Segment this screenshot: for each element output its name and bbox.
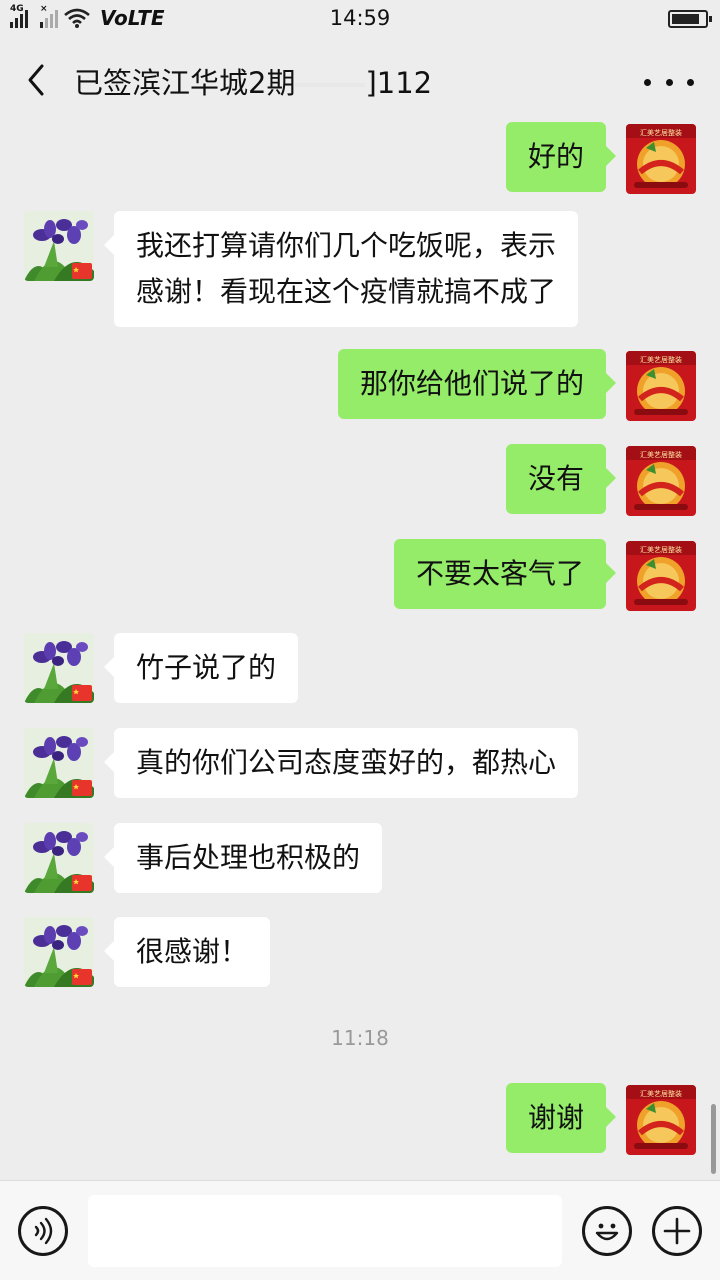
contact-avatar[interactable] <box>24 823 94 893</box>
outgoing-message-bubble[interactable]: 好的 <box>505 122 617 192</box>
incoming-message-bubble[interactable]: 真的你们公司态度蛮好的，都热心 <box>103 728 579 798</box>
message-text: 好的 <box>527 140 584 173</box>
input-bar <box>0 1180 720 1280</box>
my-avatar[interactable]: 汇美艺居整装 <box>626 541 696 611</box>
my-avatar[interactable]: 汇美艺居整装 <box>626 446 696 516</box>
message-text: 事后处理也积极的 <box>136 841 361 874</box>
message-list[interactable]: 汇美艺居整装 好的 我还打算请你们几个吃饭呢，表示 感谢！看现在这个疫情就搞不成了 汇美… <box>0 122 720 1180</box>
my-avatar[interactable]: 汇美艺居整装 <box>626 351 696 421</box>
avatar-caption: 汇美艺居整装 <box>640 546 682 554</box>
message-text: 很感谢！ <box>136 935 249 968</box>
message-input[interactable] <box>88 1195 562 1267</box>
contact-avatar[interactable] <box>24 633 94 703</box>
my-avatar[interactable]: 汇美艺居整装 <box>626 124 696 194</box>
back-button[interactable] <box>18 60 58 100</box>
message-timestamp: 11:18 <box>331 1026 389 1050</box>
emoji-button[interactable] <box>582 1206 632 1256</box>
outgoing-message-bubble[interactable]: 不要太客气了 <box>393 539 617 609</box>
status-bar: 4G × VoLTE 14:59 <box>0 0 720 38</box>
outgoing-message-bubble[interactable]: 没有 <box>505 444 617 514</box>
incoming-message-bubble[interactable]: 事后处理也积极的 <box>103 823 383 893</box>
contact-avatar[interactable] <box>24 728 94 798</box>
message-text: 不要太客气了 <box>415 557 584 590</box>
chevron-left-icon <box>28 64 44 96</box>
message-text: 竹子说了的 <box>136 651 277 684</box>
incoming-message-bubble[interactable]: 我还打算请你们几个吃饭呢，表示 感谢！看现在这个疫情就搞不成了 <box>103 211 579 327</box>
nav-bar: 已签滨江华城2期 ]112 <box>0 38 720 122</box>
more-dot <box>687 78 694 86</box>
message-text: 我还打算请你们几个吃饭呢，表示 <box>136 229 557 262</box>
contact-avatar[interactable] <box>24 917 94 987</box>
message-text: 没有 <box>527 462 584 495</box>
emoji-icon <box>595 1223 619 1241</box>
more-dot <box>644 78 651 86</box>
message-text: 谢谢 <box>527 1101 584 1134</box>
battery-level <box>672 14 700 24</box>
more-dot <box>665 78 673 86</box>
scrollbar[interactable] <box>711 1104 716 1174</box>
incoming-message-bubble[interactable]: 很感谢！ <box>103 917 271 987</box>
message-text: 那你给他们说了的 <box>359 367 584 400</box>
avatar-caption: 汇美艺居整装 <box>640 356 682 364</box>
voice-icon <box>34 1217 53 1245</box>
chat-title-prefix: 已签滨江华城2期 <box>74 66 296 100</box>
contact-avatar[interactable] <box>24 211 94 281</box>
message-text: 真的你们公司态度蛮好的，都热心 <box>136 746 557 779</box>
my-avatar[interactable]: 汇美艺居整装 <box>626 1085 696 1155</box>
message-text: 感谢！看现在这个疫情就搞不成了 <box>136 275 557 308</box>
title-redaction <box>295 83 366 87</box>
avatar-caption: 汇美艺居整装 <box>640 451 682 459</box>
clock: 14:59 <box>329 6 391 30</box>
chat-title-suffix: ]112 <box>365 66 433 100</box>
chat-screen: 4G × VoLTE 14:59 已签滨江华城2期]112 汇美艺居整装 好的 … <box>0 0 720 1280</box>
more-button[interactable] <box>644 64 694 100</box>
outgoing-message-bubble[interactable]: 谢谢 <box>505 1083 617 1153</box>
avatar-caption: 汇美艺居整装 <box>640 129 682 137</box>
plus-icon <box>663 1217 691 1245</box>
avatar-caption: 汇美艺居整装 <box>640 1090 682 1098</box>
chat-title: 已签滨江华城2期 ]112 <box>74 60 432 102</box>
plus-button[interactable] <box>652 1206 702 1256</box>
battery-icon <box>668 10 712 28</box>
incoming-message-bubble[interactable]: 竹子说了的 <box>103 633 299 703</box>
outgoing-message-bubble[interactable]: 那你给他们说了的 <box>337 349 617 419</box>
voice-button[interactable] <box>18 1206 68 1256</box>
